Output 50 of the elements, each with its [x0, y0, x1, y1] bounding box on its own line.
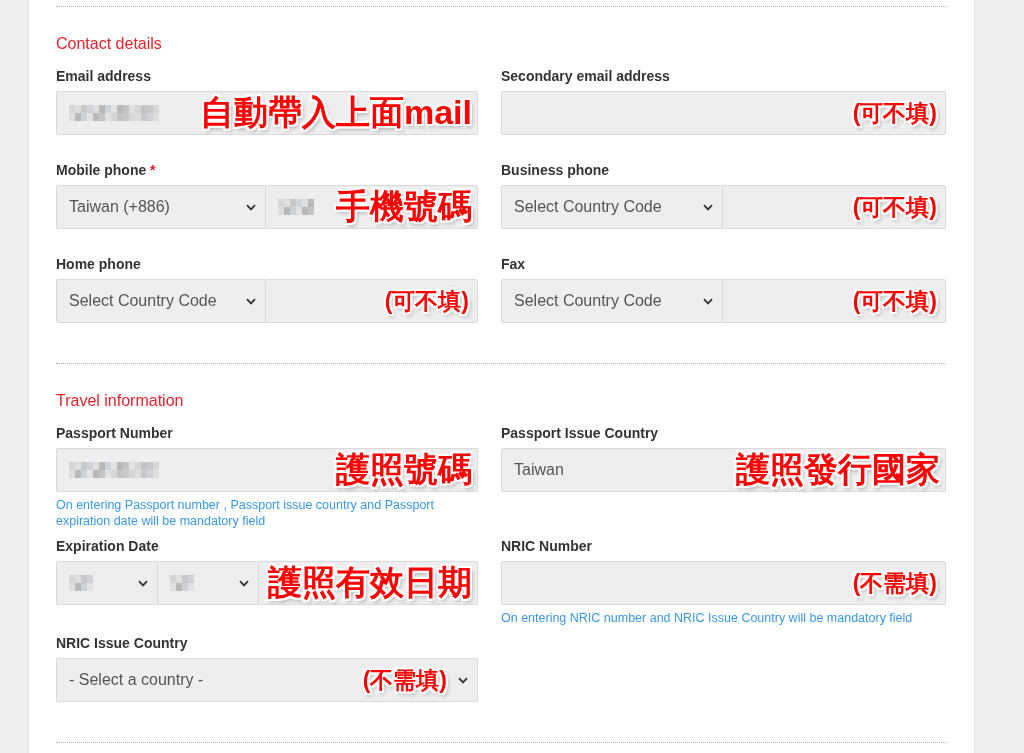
help-text: On entering Passport number , Passport issue country and Passport expiration date will be mandatory field [56, 497, 435, 529]
dropdown-field[interactable]: Select Country Code [56, 279, 266, 323]
text-field[interactable]: (可不填) [721, 279, 946, 323]
dropdown-field[interactable]: Taiwan 護照發行國家 [501, 448, 946, 492]
dropdown-field[interactable]: Select Country Code [501, 279, 723, 323]
field-label: Business phone [501, 161, 611, 180]
annotation-text: 手機號碼 [336, 189, 472, 225]
annotation-text: (可不填) [852, 100, 937, 126]
annotation-text: 護照發行國家 [736, 452, 940, 488]
chevron-down-icon [239, 579, 249, 587]
text-field[interactable]: (不需填) [501, 561, 946, 605]
field-label: Passport Number [56, 424, 174, 443]
text-field[interactable]: (可不填) [501, 91, 946, 135]
annotation-text: (可不填) [384, 288, 469, 314]
field-label: Email address [56, 67, 152, 86]
dropdown-field[interactable] [56, 561, 158, 605]
chevron-down-icon [702, 203, 713, 211]
field-label: NRIC Issue Country [56, 634, 189, 653]
chevron-down-icon [458, 676, 468, 684]
field-label: Fax [501, 255, 527, 274]
section-heading: Contact details [56, 34, 163, 54]
annotation-text: (可不填) [852, 194, 937, 220]
text-field[interactable]: (可不填) [721, 185, 946, 229]
text-field[interactable]: 護照號碼 [56, 448, 478, 492]
annotation-text: (可不填) [852, 288, 937, 314]
dropdown-field[interactable]: - Select a country - (不需填) [56, 658, 478, 702]
chevron-down-icon [246, 297, 256, 305]
dropdown-field[interactable]: Select Country Code [501, 185, 723, 229]
text-field[interactable]: 自動帶入上面mail [56, 91, 478, 135]
chevron-down-icon [138, 579, 148, 587]
field-label: Expiration Date [56, 537, 160, 556]
dropdown-field[interactable]: Taiwan (+886) [56, 185, 266, 229]
field-label: Secondary email address [501, 67, 671, 86]
dropdown-field[interactable]: 護照有效日期 [258, 561, 478, 605]
field-label: Mobile phone * [56, 161, 157, 180]
help-text: On entering NRIC number and NRIC Issue Country will be mandatory field [501, 610, 914, 626]
section-heading: Travel information [56, 391, 185, 411]
dropdown-field[interactable] [157, 561, 259, 605]
chevron-down-icon [702, 297, 713, 305]
annotation-text: (不需填) [362, 667, 447, 693]
field-label: NRIC Number [501, 537, 593, 556]
text-field[interactable]: 手機號碼 [265, 185, 478, 229]
annotation-text: 護照有效日期 [268, 565, 472, 601]
text-field[interactable]: (可不填) [265, 279, 478, 323]
field-label: Home phone [56, 255, 142, 274]
annotation-text: 自動帶入上面mail [199, 95, 472, 131]
annotation-text: (不需填) [852, 570, 937, 596]
annotation-text: 護照號碼 [336, 452, 472, 488]
chevron-down-icon [246, 203, 256, 211]
field-label: Passport Issue Country [501, 424, 660, 443]
